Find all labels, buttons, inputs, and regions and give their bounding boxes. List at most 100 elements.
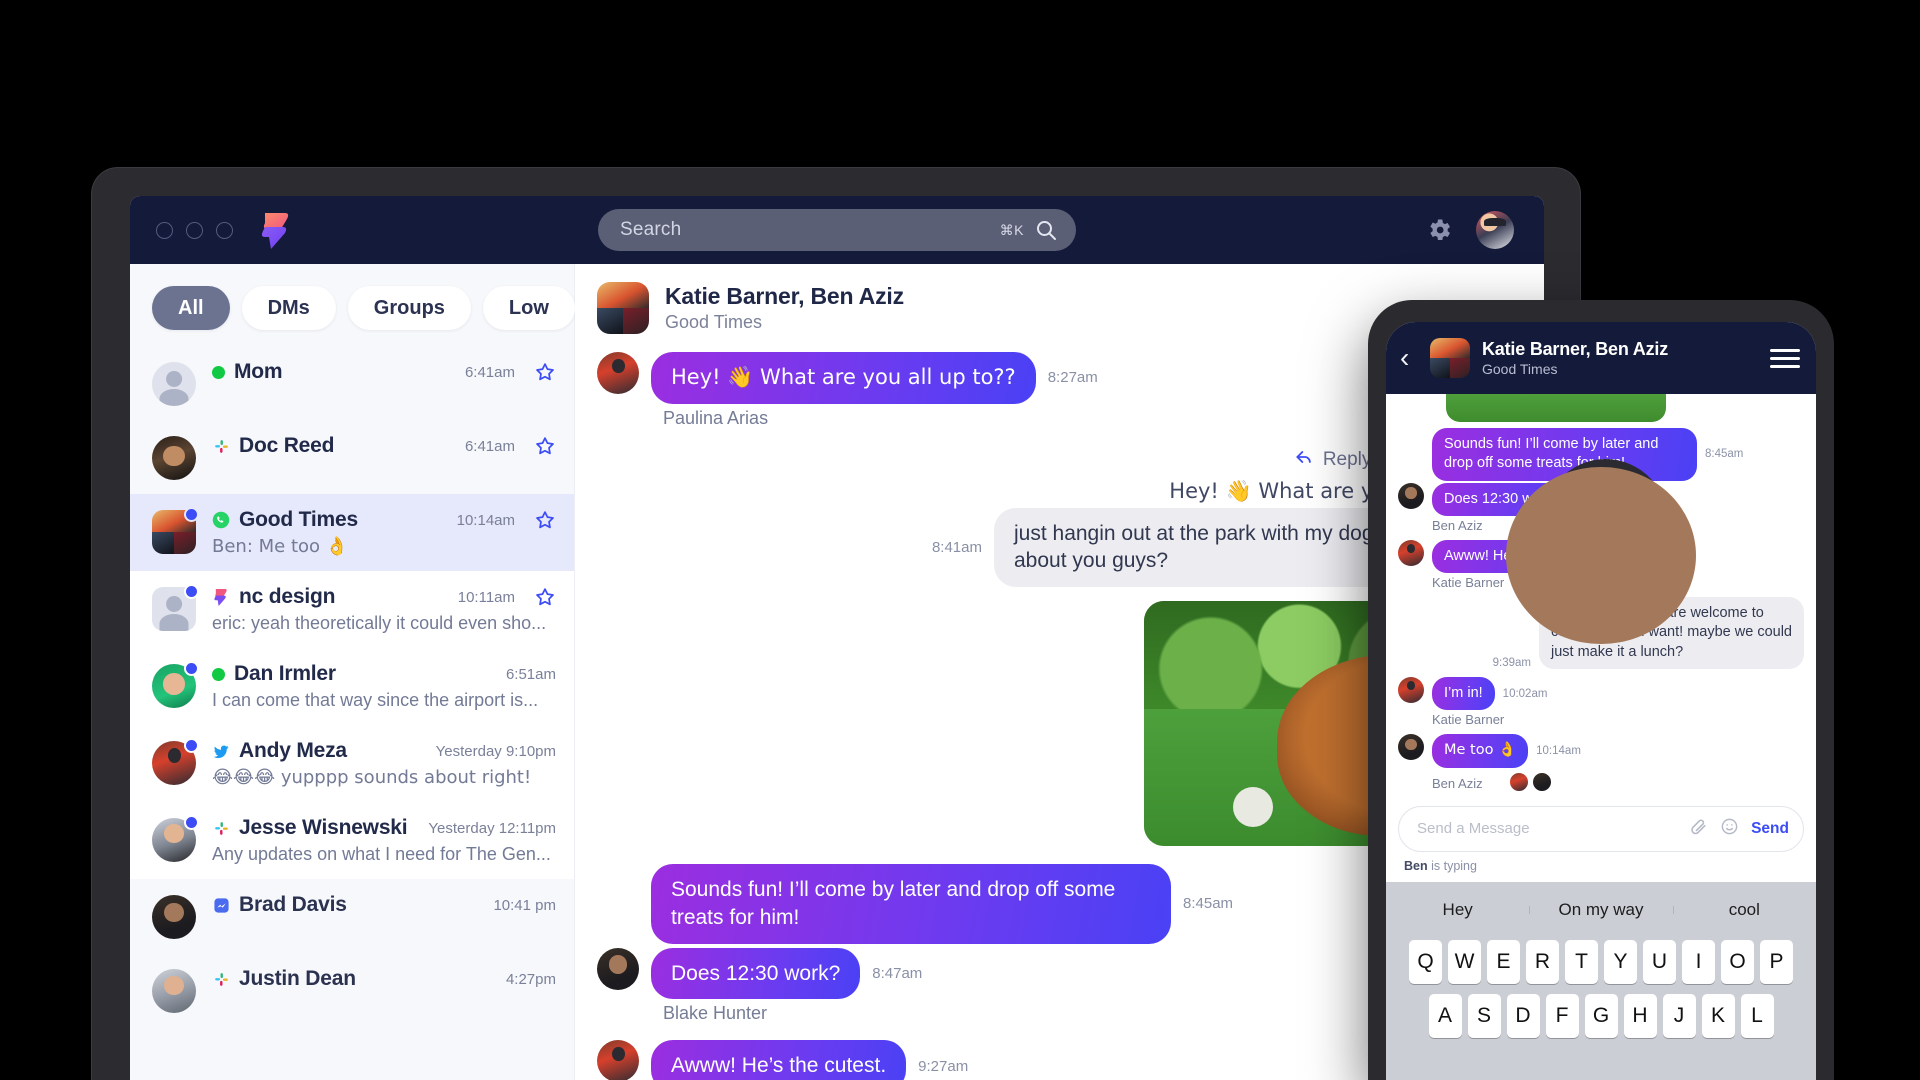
emoji-icon[interactable]: [1720, 817, 1739, 841]
message-bubble[interactable]: Sounds fun! I’ll come by later and drop …: [651, 864, 1171, 944]
page-title: Katie Barner, Ben Aziz: [665, 283, 904, 309]
message-row: I’m in! 10:02am: [1398, 676, 1804, 711]
conversation-preview: Any updates on what I need for The Gen..…: [212, 844, 551, 864]
hamburger-menu-icon[interactable]: [1770, 348, 1800, 368]
mobile-chat-subtitle: Good Times: [1482, 361, 1558, 377]
key-i[interactable]: I: [1682, 939, 1715, 984]
list-item[interactable]: Dan Irmler 6:51am I can come that way si…: [130, 648, 574, 725]
prediction-3[interactable]: cool: [1672, 900, 1816, 920]
avatar[interactable]: [1476, 211, 1514, 249]
filter-chip-low[interactable]: Low: [482, 286, 575, 330]
message-bubble[interactable]: Does 12:30 work?: [651, 947, 861, 1000]
message-sender: Katie Barner: [1432, 712, 1505, 728]
avatar: [597, 352, 639, 394]
star-icon[interactable]: [534, 435, 556, 457]
message-timestamp: 8:45am: [1183, 895, 1234, 913]
avatar-photo: [152, 436, 196, 480]
status-online-icon: [212, 667, 225, 681]
back-chevron-icon[interactable]: ‹: [1400, 344, 1418, 372]
list-item[interactable]: Mom 6:41am: [130, 346, 574, 420]
avatar-photo: [152, 969, 196, 1013]
key-g[interactable]: G: [1584, 993, 1618, 1038]
global-search[interactable]: Search ⌘K: [598, 209, 1076, 251]
filter-chip-groups[interactable]: Groups: [347, 286, 471, 330]
key-r[interactable]: R: [1526, 939, 1559, 984]
conversation-list: Mom 6:41am Doc Reed 6:41am Good Times 10…: [130, 346, 574, 1037]
message-reactions[interactable]: [1508, 771, 1552, 792]
star-icon[interactable]: [534, 361, 556, 383]
avatar: [1398, 734, 1424, 761]
conversation-time: 6:51am: [505, 665, 556, 683]
avatar: [152, 895, 196, 939]
avatar-group-collage: [597, 282, 649, 334]
beeper-logo-icon: [259, 211, 293, 249]
list-item[interactable]: Good Times 10:14am Ben: Me too 👌: [130, 494, 574, 571]
message-bubble[interactable]: I’m in!: [1432, 676, 1495, 711]
key-y[interactable]: Y: [1604, 939, 1637, 984]
key-p[interactable]: P: [1760, 939, 1793, 984]
star-icon[interactable]: [534, 509, 556, 531]
beeper-icon: [212, 588, 230, 606]
list-item[interactable]: Andy Meza Yesterday 9:10pm 😂😂😂 yupppp so…: [130, 725, 574, 802]
message-timestamp: 8:47am: [872, 964, 923, 982]
paperclip-icon[interactable]: [1689, 817, 1708, 841]
list-item[interactable]: nc design 10:11am eric: yeah theoretical…: [130, 571, 574, 648]
key-s[interactable]: S: [1467, 993, 1501, 1038]
avatar: [152, 507, 199, 554]
maximize-icon[interactable]: [216, 221, 233, 239]
keyboard-predictions: Hey On my way cool: [1386, 890, 1816, 930]
gear-icon[interactable]: [1424, 215, 1454, 245]
message-sender: Ben Aziz: [1432, 775, 1483, 791]
key-u[interactable]: U: [1643, 939, 1676, 984]
conversation-name: Good Times: [239, 508, 358, 531]
key-t[interactable]: T: [1565, 939, 1598, 984]
on-screen-keyboard: Hey On my way cool Q W E R T Y U I O P A…: [1386, 881, 1816, 1080]
key-w[interactable]: W: [1448, 939, 1481, 984]
window-traffic-lights[interactable]: [156, 221, 233, 239]
message-compose-bar[interactable]: Send a Message Send: [1398, 805, 1804, 852]
key-a[interactable]: A: [1428, 993, 1462, 1038]
list-item[interactable]: Brad Davis 10:41 pm: [130, 879, 574, 953]
list-item[interactable]: Doc Reed 6:41am: [130, 420, 574, 494]
key-f[interactable]: F: [1545, 993, 1579, 1038]
key-o[interactable]: O: [1721, 939, 1754, 984]
send-button[interactable]: Send: [1751, 820, 1789, 838]
list-item[interactable]: Jesse Wisnewski Yesterday 12:11pm Any up…: [130, 802, 574, 879]
key-l[interactable]: L: [1740, 993, 1774, 1038]
search-input[interactable]: Search ⌘K: [598, 209, 1076, 251]
avatar: [597, 947, 639, 990]
filter-chips: All DMs Groups Low: [130, 264, 575, 346]
avatar: [152, 969, 196, 1013]
key-q[interactable]: Q: [1409, 939, 1442, 984]
conversation-name: Dan Irmler: [234, 662, 336, 685]
keyboard-row-1: Q W E R T Y U I O P: [1386, 939, 1816, 984]
avatar: [1398, 539, 1424, 566]
conversation-time: 10:11am: [457, 588, 515, 606]
list-item[interactable]: Justin Dean 4:27pm: [130, 953, 574, 1027]
chat-subtitle: Good Times: [665, 312, 763, 332]
key-j[interactable]: J: [1662, 993, 1696, 1038]
message-bubble[interactable]: Awww! He’s the cutest.: [651, 1040, 907, 1080]
key-h[interactable]: H: [1623, 993, 1657, 1038]
filter-chip-dms[interactable]: DMs: [241, 286, 336, 330]
conversation-time: 10:14am: [456, 511, 515, 529]
key-k[interactable]: K: [1701, 993, 1735, 1038]
prediction-1[interactable]: Hey: [1386, 900, 1529, 920]
avatar: [152, 738, 199, 785]
filter-chip-all[interactable]: All: [152, 286, 230, 330]
mobile-chat-title: Katie Barner, Ben Aziz: [1482, 339, 1668, 359]
message-bubble[interactable]: Me too 👌: [1432, 734, 1529, 768]
message-timestamp: 10:14am: [1536, 744, 1581, 757]
app-body: All DMs Groups Low Mom 6:41am Doc Reed 6…: [130, 264, 1544, 1080]
conversation-preview: Ben: Me too 👌: [212, 536, 349, 557]
message-input[interactable]: Send a Message: [1417, 820, 1677, 837]
star-icon[interactable]: [534, 586, 556, 608]
close-icon[interactable]: [156, 221, 173, 239]
message-bubble[interactable]: Hey! 👋 What are you all up to??: [651, 352, 1036, 404]
unread-badge: [184, 507, 199, 522]
prediction-2[interactable]: On my way: [1529, 900, 1672, 920]
message-image[interactable]: [1446, 394, 1666, 422]
minimize-icon[interactable]: [186, 221, 203, 239]
key-d[interactable]: D: [1506, 993, 1540, 1038]
key-e[interactable]: E: [1487, 939, 1520, 984]
